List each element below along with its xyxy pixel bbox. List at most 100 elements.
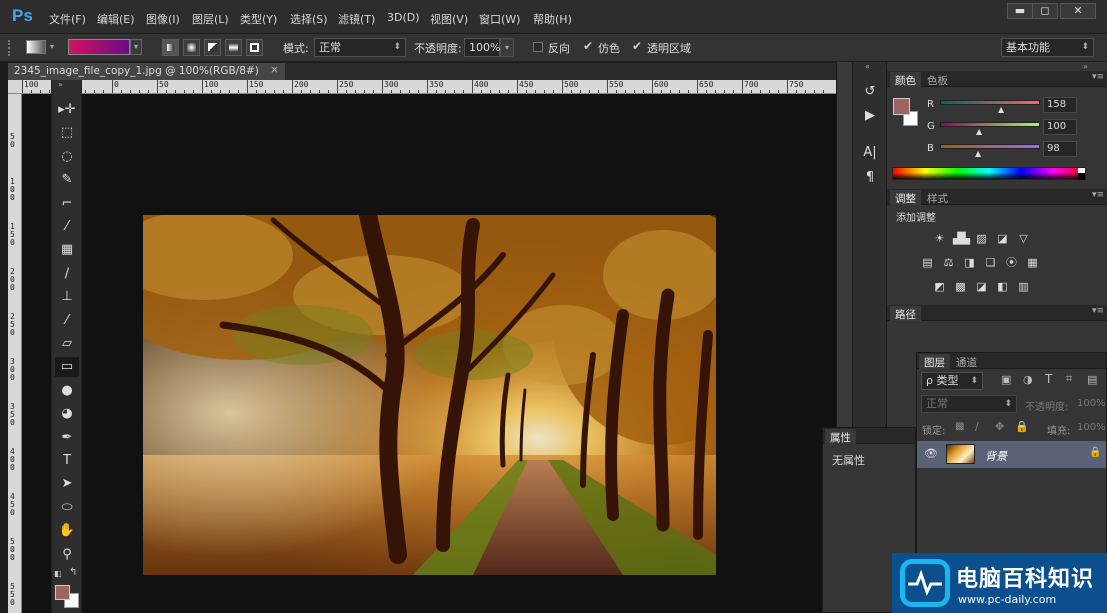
lock-image-icon[interactable]: ∕ [975, 420, 979, 433]
minimize-button[interactable]: ▬ [1007, 3, 1033, 19]
document-image[interactable] [143, 215, 716, 575]
selective-color-icon[interactable]: ◧ [995, 280, 1010, 293]
blur-tool-button[interactable]: ● [55, 381, 79, 401]
filter-pixel-icon[interactable]: ▣ [1001, 373, 1011, 386]
gradient-tool-button[interactable]: ▭ [55, 357, 79, 378]
red-input[interactable]: 158 [1043, 97, 1077, 113]
green-input[interactable]: 100 [1043, 119, 1077, 135]
gradient-picker-chevron-icon[interactable]: ▾ [130, 39, 142, 55]
black-white-icon[interactable]: ◨ [962, 256, 977, 269]
character-button[interactable]: A| [861, 145, 879, 163]
exposure-icon[interactable]: ◪ [995, 232, 1010, 245]
filter-smart-object-icon[interactable]: ▤ [1087, 373, 1097, 386]
reverse-checkbox[interactable] [533, 42, 543, 52]
zoom-tool-button[interactable]: ⚲ [55, 545, 79, 565]
radial-gradient-button[interactable] [183, 39, 200, 56]
history-brush-tool-button[interactable]: ⁄ [55, 311, 79, 331]
filter-shape-icon[interactable]: ⌗ [1066, 372, 1072, 386]
filter-type-icon[interactable]: T [1045, 372, 1052, 386]
color-lookup-icon[interactable]: ▦ [1025, 256, 1040, 269]
tab-layers[interactable]: 图层 [919, 354, 950, 369]
invert-icon[interactable]: ◩ [932, 280, 947, 293]
brightness-icon[interactable]: ☀ [932, 232, 947, 245]
vibrance-icon[interactable]: ▽ [1016, 232, 1031, 245]
tab-adjustments[interactable]: 调整 [890, 190, 921, 205]
tab-color[interactable]: 颜色 [890, 72, 921, 87]
color-panel-foreground-swatch[interactable] [893, 98, 910, 115]
path-select-tool-button[interactable]: ➤ [55, 474, 79, 494]
reflected-gradient-button[interactable] [225, 39, 242, 56]
maximize-button[interactable]: ◻ [1032, 3, 1058, 19]
menu-view[interactable]: 视图(V) [430, 11, 468, 27]
menu-filter[interactable]: 滤镜(T) [338, 11, 375, 27]
levels-icon[interactable]: ▟▙ [953, 232, 970, 245]
hue-saturation-icon[interactable]: ▤ [920, 256, 935, 269]
angle-gradient-button[interactable] [204, 39, 221, 56]
preset-chevron-down-icon[interactable]: ▾ [50, 42, 54, 51]
gradient-tool-preset-icon[interactable] [26, 40, 46, 54]
lasso-tool-button[interactable]: ◌ [55, 147, 79, 167]
photo-filter-icon[interactable]: ❏ [983, 256, 998, 269]
opacity-input[interactable]: 100% [464, 38, 500, 57]
blend-mode-select[interactable]: 正常 ⬍ [921, 395, 1017, 413]
default-colors-icon[interactable]: ◧ [54, 569, 62, 578]
menu-image[interactable]: 图像(I) [146, 11, 180, 27]
type-tool-button[interactable]: T [55, 451, 79, 471]
actions-button[interactable]: ▶ [861, 108, 879, 126]
layer-opacity-value[interactable]: 100% [1077, 398, 1106, 409]
close-tab-icon[interactable]: × [270, 64, 279, 76]
tab-paths[interactable]: 路径 [890, 306, 921, 321]
red-slider-thumb-icon[interactable]: ▲ [998, 105, 1004, 114]
filter-adjustment-icon[interactable]: ◑ [1023, 373, 1033, 386]
tab-swatches[interactable]: 色板 [922, 72, 953, 87]
diamond-gradient-button[interactable] [246, 39, 263, 56]
layer-row[interactable]: 👁 背景 🔒 [917, 441, 1106, 468]
menu-layer[interactable]: 图层(L) [192, 11, 229, 27]
gradient-picker[interactable] [68, 39, 130, 55]
threshold-icon[interactable]: ◪ [974, 280, 989, 293]
move-tool-button[interactable]: ▸✛ [55, 100, 79, 120]
lock-transparent-icon[interactable]: ▩ [955, 421, 964, 432]
blue-slider-thumb-icon[interactable]: ▲ [975, 149, 981, 158]
dodge-tool-button[interactable]: ◕ [55, 404, 79, 424]
paragraph-button[interactable]: ¶ [861, 170, 879, 188]
menu-3d[interactable]: 3D(D) [387, 11, 420, 24]
red-slider[interactable] [940, 100, 1040, 105]
tab-channels[interactable]: 通道 [951, 354, 982, 369]
paths-panel-menu-icon[interactable]: ▾≡ [1092, 306, 1104, 316]
blue-slider[interactable] [940, 144, 1040, 149]
marquee-tool-button[interactable]: ⬚ [55, 123, 79, 143]
tab-properties[interactable]: 属性 [825, 429, 856, 444]
close-button[interactable]: ✕ [1060, 3, 1096, 19]
foreground-color-swatch[interactable] [55, 585, 70, 600]
curves-icon[interactable]: ▨ [974, 232, 989, 245]
color-balance-icon[interactable]: ⚖ [941, 256, 956, 269]
menu-type[interactable]: 类型(Y) [240, 11, 277, 27]
healing-brush-tool-button[interactable]: ▦ [55, 240, 79, 260]
lock-all-icon[interactable]: 🔒 [1015, 420, 1029, 433]
eraser-tool-button[interactable]: ▱ [55, 334, 79, 354]
tab-styles[interactable]: 样式 [922, 190, 953, 205]
channel-mixer-icon[interactable]: ⦿ [1004, 256, 1019, 269]
menu-help[interactable]: 帮助(H) [533, 11, 572, 27]
quick-select-tool-button[interactable]: ✎ [55, 170, 79, 190]
posterize-icon[interactable]: ▩ [953, 280, 968, 293]
green-slider[interactable] [940, 122, 1040, 127]
brush-tool-button[interactable]: ∕ [55, 264, 79, 284]
collapsed-panel-expand-icon[interactable]: « [865, 62, 870, 71]
document-tab[interactable]: 2345_image_file_copy_1.jpg @ 100%(RGB/8#… [8, 63, 285, 80]
workspace-select[interactable]: 基本功能 ⬍ [1001, 38, 1094, 57]
mode-select[interactable]: 正常 ⬍ [314, 38, 406, 57]
ellipse-tool-button[interactable]: ⬭ [55, 498, 79, 518]
lock-position-icon[interactable]: ✥ [995, 420, 1004, 433]
blue-input[interactable]: 98 [1043, 141, 1077, 157]
transparency-checkbox[interactable]: ✔ [632, 39, 642, 53]
hand-tool-button[interactable]: ✋ [55, 521, 79, 541]
menu-file[interactable]: 文件(F) [49, 11, 86, 27]
menu-edit[interactable]: 编辑(E) [97, 11, 135, 27]
clone-stamp-tool-button[interactable]: ⊥ [55, 287, 79, 307]
green-slider-thumb-icon[interactable]: ▲ [976, 127, 982, 136]
opacity-chevron-icon[interactable]: ▾ [500, 38, 514, 57]
fill-value[interactable]: 100% [1077, 422, 1106, 433]
crop-tool-button[interactable]: ⌐ [55, 194, 79, 214]
